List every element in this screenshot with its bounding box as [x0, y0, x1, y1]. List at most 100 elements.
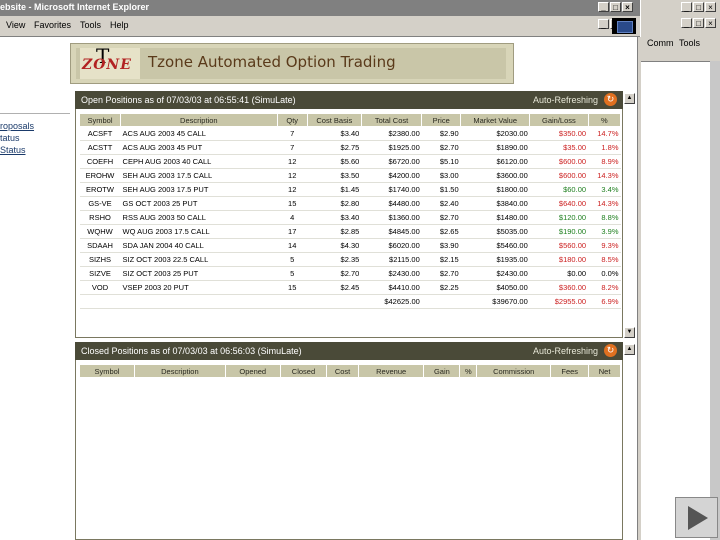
menu-view[interactable]: View: [6, 20, 25, 30]
row-total-cost: $1740.00: [361, 182, 422, 197]
window-title: ebsite - Microsoft Internet Explorer: [0, 2, 150, 12]
row-symbol: RSHO: [79, 210, 121, 225]
row-total-cost: $4480.00: [361, 196, 422, 211]
row-price: $2.15: [421, 252, 461, 267]
logo-zone: ZONE: [82, 57, 132, 73]
menu-favorites[interactable]: Favorites: [34, 20, 71, 30]
refresh-icon[interactable]: ↻: [604, 344, 617, 357]
closed-scroll-up-button[interactable]: ▲: [624, 344, 635, 355]
second-minimize-button[interactable]: _: [681, 2, 692, 12]
col-total-cost[interactable]: Total Cost: [360, 113, 423, 127]
table-row[interactable]: ACSFT ACS AUG 2003 45 CALL 7 $3.40 $2380.00 $…: [79, 126, 621, 141]
row-gain-loss: $600.00: [529, 168, 589, 183]
col-gain-loss[interactable]: Gain/Loss: [529, 113, 589, 127]
col-gain[interactable]: Gain: [423, 364, 461, 378]
row-market-value: $2430.00: [460, 266, 530, 281]
row-pct: 8.2%: [588, 280, 621, 295]
col-symbol[interactable]: Symbol: [79, 364, 135, 378]
col-revenue[interactable]: Revenue: [357, 364, 425, 378]
row-qty: 12: [277, 154, 308, 169]
inner-minimize-button[interactable]: _: [598, 19, 609, 29]
row-gain-loss: $180.00: [529, 252, 589, 267]
table-row[interactable]: COEFH CEPH AUG 2003 40 CALL 12 $5.60 $6720.0…: [79, 154, 621, 169]
second-window-scrollbar[interactable]: [710, 61, 720, 540]
scroll-down-button[interactable]: ▼: [624, 327, 635, 338]
menu-tools-2[interactable]: Tools: [679, 38, 700, 48]
col-fees[interactable]: Fees: [550, 364, 590, 378]
col-pct[interactable]: %: [587, 113, 622, 127]
minimize-button[interactable]: _: [598, 2, 609, 12]
nav-item-status[interactable]: tatus: [0, 132, 40, 144]
row-gain-loss: $600.00: [529, 154, 589, 169]
col-qty[interactable]: Qty: [276, 113, 308, 127]
col-commission[interactable]: Commission: [476, 364, 552, 378]
close-button[interactable]: ×: [622, 2, 633, 12]
row-gain-loss: $0.00: [529, 266, 589, 281]
row-total-cost: $6720.00: [361, 154, 422, 169]
col-symbol[interactable]: Symbol: [78, 113, 122, 127]
row-gain-loss: $35.00: [529, 140, 589, 155]
second-maximize-button[interactable]: □: [693, 2, 704, 12]
col-net[interactable]: Net: [588, 364, 621, 378]
row-symbol: EROHW: [79, 168, 121, 183]
col-cost[interactable]: Cost: [326, 364, 359, 378]
next-slide-button[interactable]: [675, 497, 718, 538]
table-row[interactable]: SIZHS SIZ OCT 2003 22.5 CALL 5 $2.35 $2115.0…: [79, 252, 621, 267]
second-inner-minimize-button[interactable]: _: [681, 18, 692, 28]
row-qty: 4: [277, 210, 308, 225]
col-pct[interactable]: %: [459, 364, 478, 378]
open-positions-table: Symbol Description Qty Cost Basis Total …: [78, 113, 622, 309]
row-market-value: $3600.00: [460, 168, 530, 183]
table-row[interactable]: SIZVE SIZ OCT 2003 25 PUT 5 $2.70 $2430.00 $2…: [79, 266, 621, 281]
table-row[interactable]: WQHW WQ AUG 2003 17.5 CALL 17 $2.85 $4845.00…: [79, 224, 621, 239]
row-symbol: COEFH: [79, 154, 121, 169]
menu-help[interactable]: Help: [110, 20, 129, 30]
table-row[interactable]: ACSTT ACS AUG 2003 45 PUT 7 $2.75 $1925.00 $2…: [79, 140, 621, 155]
row-gain-loss: $350.00: [529, 126, 589, 141]
row-market-value: $5460.00: [460, 238, 530, 253]
menu-comm[interactable]: Comm: [647, 38, 674, 48]
row-price: $3.90: [421, 238, 461, 253]
row-symbol: WQHW: [79, 224, 121, 239]
row-description: SDA JAN 2004 40 CALL: [120, 238, 278, 253]
closed-positions-table: Symbol Description Opened Closed Cost Re…: [79, 364, 621, 378]
refresh-icon[interactable]: ↻: [604, 93, 617, 106]
row-description: ACS AUG 2003 45 CALL: [120, 126, 278, 141]
nav-link-proposals[interactable]: roposals: [0, 120, 40, 132]
row-description: RSS AUG 2003 50 CALL: [120, 210, 278, 225]
col-cost-basis[interactable]: Cost Basis: [306, 113, 362, 127]
nav-link-status[interactable]: Status: [0, 144, 40, 156]
row-qty: 7: [277, 126, 308, 141]
row-pct: 1.8%: [588, 140, 621, 155]
row-symbol: SIZHS: [79, 252, 121, 267]
table-row[interactable]: EROTW SEH AUG 2003 17.5 PUT 12 $1.45 $1740.0…: [79, 182, 621, 197]
maximize-button[interactable]: □: [610, 2, 621, 12]
col-opened[interactable]: Opened: [224, 364, 281, 378]
table-row[interactable]: SDAAH SDA JAN 2004 40 CALL 14 $4.30 $6020.00…: [79, 238, 621, 253]
table-row[interactable]: RSHO RSS AUG 2003 50 CALL 4 $3.40 $1360.00 $2…: [79, 210, 621, 225]
table-row[interactable]: GS-VE GS OCT 2003 25 PUT 15 $2.80 $4480.00 $2…: [79, 196, 621, 211]
row-gain-loss: $560.00: [529, 238, 589, 253]
second-inner-maximize-button[interactable]: □: [693, 18, 704, 28]
second-close-button[interactable]: ×: [705, 2, 716, 12]
table-row[interactable]: VOD VSEP 2003 20 PUT 15 $2.45 $4410.00 $2.25 $…: [79, 280, 621, 295]
row-market-value: $1935.00: [460, 252, 530, 267]
row-symbol: SIZVE: [79, 266, 121, 281]
total-cost-sum: $42625.00: [361, 294, 422, 309]
row-qty: 5: [277, 252, 308, 267]
row-description: SEH AUG 2003 17.5 PUT: [120, 182, 278, 197]
play-icon: [688, 506, 708, 530]
row-total-cost: $2115.00: [361, 252, 422, 267]
col-description[interactable]: Description: [120, 113, 278, 127]
market-value-sum: $39670.00: [460, 294, 530, 309]
table-row[interactable]: EROHW SEH AUG 2003 17.5 CALL 12 $3.50 $4200.…: [79, 168, 621, 183]
col-description[interactable]: Description: [133, 364, 226, 378]
col-market-value[interactable]: Market Value: [460, 113, 531, 127]
scroll-up-button[interactable]: ▲: [624, 93, 635, 104]
page-title: Tzone Automated Option Trading: [148, 53, 396, 71]
col-price[interactable]: Price: [421, 113, 462, 127]
second-inner-close-button[interactable]: ×: [705, 18, 716, 28]
menu-tools[interactable]: Tools: [80, 20, 101, 30]
window-title-bar: ebsite - Microsoft Internet Explorer _ □…: [0, 0, 640, 16]
col-closed[interactable]: Closed: [279, 364, 328, 378]
